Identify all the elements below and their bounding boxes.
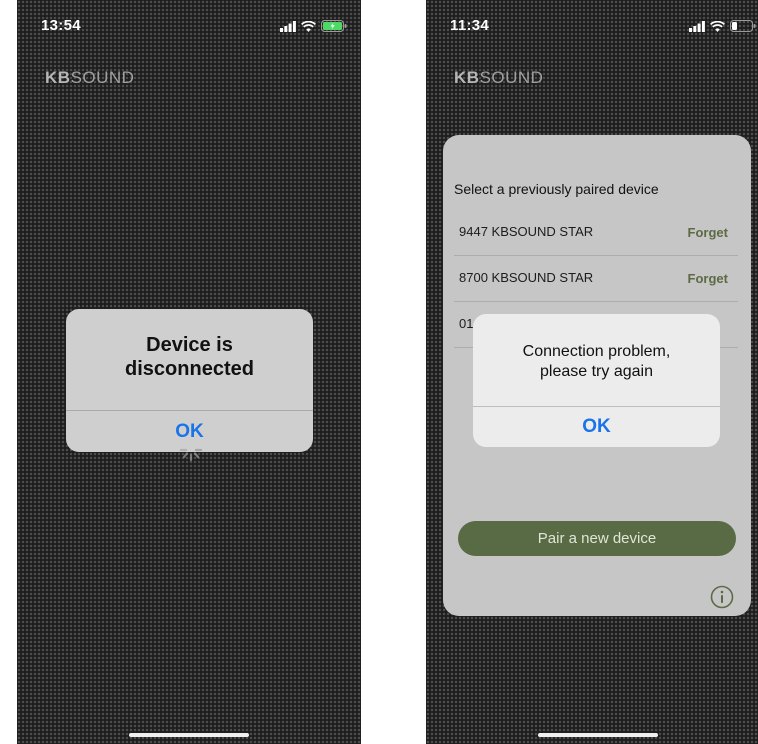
signal-bars-icon	[689, 20, 705, 32]
battery-charging-icon	[321, 20, 347, 32]
alert-title: Device is disconnected	[125, 334, 254, 380]
device-name: 01	[459, 316, 474, 331]
brand-logo: KBSOUND	[45, 68, 134, 88]
alert-title: Connection problem, please try again	[522, 343, 671, 380]
brand-logo-regular: SOUND	[70, 68, 135, 87]
forget-button[interactable]: Forget	[688, 225, 728, 240]
battery-low-icon	[730, 20, 756, 32]
home-indicator[interactable]	[129, 733, 249, 737]
pair-new-device-button[interactable]: Pair a new device	[458, 521, 736, 556]
status-icons	[689, 19, 756, 33]
forget-button[interactable]: Forget	[688, 271, 728, 286]
device-name: 8700 KBSOUND STAR	[459, 270, 594, 285]
device-row[interactable]: 9447 KBSOUND STAR Forget	[454, 210, 738, 256]
brand-logo-bold: KB	[454, 68, 480, 87]
status-icons	[280, 19, 347, 33]
wifi-icon	[710, 20, 725, 32]
brand-logo-bold: KB	[45, 68, 71, 87]
status-time: 13:54	[41, 17, 81, 34]
home-indicator[interactable]	[538, 733, 658, 737]
info-circle-icon[interactable]	[710, 585, 734, 609]
device-row[interactable]: 8700 KBSOUND STAR Forget	[454, 256, 738, 302]
connection-problem-alert: Connection problem, please try again OK	[473, 314, 720, 447]
alert-ok-button[interactable]: OK	[473, 407, 720, 447]
alert-ok-button[interactable]: OK	[66, 411, 313, 452]
signal-bars-icon	[280, 20, 296, 32]
phone-screen-left: 13:54 KBSOUND Device is disconnected OK	[17, 0, 361, 744]
device-name: 9447 KBSOUND STAR	[459, 224, 594, 239]
phone-screen-right: 11:34 KBSOUND Select a previously paired…	[426, 0, 758, 744]
status-time: 11:34	[450, 17, 490, 34]
brand-logo-regular: SOUND	[479, 68, 544, 87]
sheet-title: Select a previously paired device	[454, 181, 659, 197]
loading-spinner-icon	[177, 448, 205, 466]
wifi-icon	[301, 20, 316, 32]
disconnected-alert: Device is disconnected OK	[66, 309, 313, 452]
brand-logo: KBSOUND	[454, 68, 543, 88]
